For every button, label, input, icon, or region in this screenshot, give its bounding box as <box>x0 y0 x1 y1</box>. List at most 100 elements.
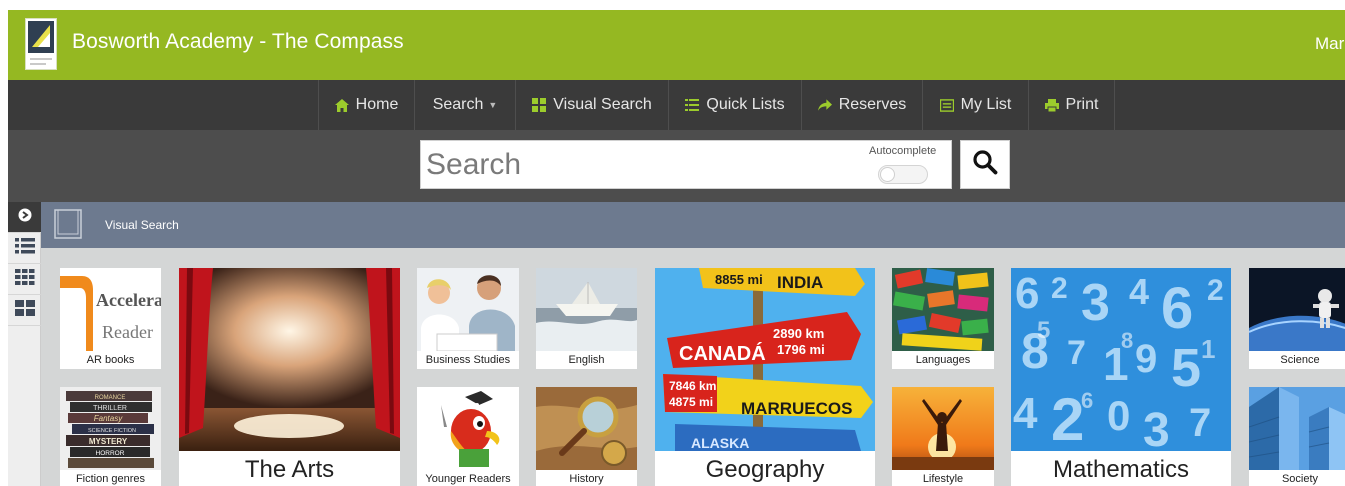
sign-text: 2890 km <box>773 326 824 341</box>
tile-label: The Arts <box>179 451 400 486</box>
spine-text: HORROR <box>96 450 125 457</box>
site-title[interactable]: Bosworth Academy - The Compass <box>72 30 404 54</box>
autocomplete-toggle[interactable] <box>878 165 928 184</box>
nav-print[interactable]: Print <box>1028 80 1115 130</box>
tile-image <box>417 387 519 470</box>
nav-my-list[interactable]: My List <box>922 80 1028 130</box>
search-button[interactable] <box>960 140 1010 189</box>
tile-label: History <box>536 470 637 486</box>
tile-label: AR books <box>60 351 161 369</box>
spine-text: Fantasy <box>94 414 123 423</box>
user-menu[interactable]: Mar <box>1315 34 1344 54</box>
school-logo[interactable] <box>25 18 57 70</box>
tile-science[interactable]: Science <box>1249 268 1345 369</box>
tile-english[interactable]: English <box>536 268 637 369</box>
svg-text:9: 9 <box>1135 337 1157 381</box>
svg-text:2: 2 <box>1207 274 1224 307</box>
tile-business-studies[interactable]: Business Studies <box>417 268 519 369</box>
book-icon <box>54 209 82 239</box>
tile-languages[interactable]: Languages <box>892 268 994 369</box>
autocomplete-label: Autocomplete <box>869 145 937 157</box>
tile-image <box>417 268 519 352</box>
svg-text:2: 2 <box>1051 272 1068 305</box>
svg-text:4: 4 <box>1129 271 1149 312</box>
tile-image <box>1249 268 1345 351</box>
svg-text:6: 6 <box>1081 388 1093 413</box>
search-box: Autocomplete <box>420 140 952 189</box>
tile-label: Society <box>1249 470 1345 486</box>
tile-image <box>536 387 637 470</box>
tile-label: Lifestyle <box>892 470 994 486</box>
nav-reserves-label: Reserves <box>838 96 907 113</box>
svg-text:1: 1 <box>1201 334 1215 364</box>
svg-text:8: 8 <box>1121 328 1133 353</box>
list-view-button[interactable] <box>8 233 41 264</box>
nav-print-label: Print <box>1065 96 1099 113</box>
svg-text:5: 5 <box>1171 338 1201 398</box>
sign-text: 4875 mi <box>669 395 713 409</box>
expand-rail-button[interactable] <box>8 202 41 233</box>
list-box-icon <box>939 98 954 112</box>
search-bar: Autocomplete <box>8 130 1345 202</box>
caret-down-icon: ▼ <box>488 100 498 110</box>
nav-home-label: Home <box>355 96 399 113</box>
svg-text:6: 6 <box>1161 276 1193 341</box>
nav-quick-lists[interactable]: Quick Lists <box>668 80 801 130</box>
nav-search[interactable]: Search ▼ <box>414 80 515 130</box>
grid-icon <box>532 98 547 112</box>
large-grid-view-button[interactable] <box>8 295 41 326</box>
search-icon <box>972 149 998 180</box>
list-icon <box>685 98 700 112</box>
printer-icon <box>1044 98 1059 112</box>
tile-image: 6 2 3 4 6 2 8 7 1 9 5 4 2 0 3 7 5 8 1 6 <box>1011 268 1231 457</box>
tile-history[interactable]: History <box>536 387 637 486</box>
sign-text: 7846 km <box>669 379 716 393</box>
nav-search-label: Search <box>432 96 484 113</box>
large-grid-icon <box>14 299 35 321</box>
ar-logo-line2: Reader <box>102 322 153 342</box>
nav-quick-lists-label: Quick Lists <box>706 96 785 113</box>
tile-label: Languages <box>892 351 994 369</box>
nav-visual-search-label: Visual Search <box>553 96 652 113</box>
nav-visual-search[interactable]: Visual Search <box>515 80 668 130</box>
tile-label: Fiction genres <box>60 470 161 486</box>
search-input[interactable] <box>421 141 861 188</box>
breadcrumb-bar: Visual Search <box>41 202 1345 248</box>
tile-mathematics[interactable]: 6 2 3 4 6 2 8 7 1 9 5 4 2 0 3 7 5 8 1 6 … <box>1011 268 1231 486</box>
tile-image: ROMANCE THRILLER Fantasy SCIENCE FICTION… <box>60 387 161 470</box>
toggle-knob <box>880 167 895 182</box>
tile-ar-books[interactable]: Accelerated Reader AR books <box>60 268 161 369</box>
nav-reserves[interactable]: Reserves <box>801 80 922 130</box>
arrow-circle-right-icon <box>18 208 32 227</box>
tile-image <box>892 268 994 351</box>
tile-image <box>536 268 637 351</box>
breadcrumb[interactable]: Visual Search <box>105 218 179 232</box>
small-grid-view-button[interactable] <box>8 264 41 295</box>
spine-text: THRILLER <box>93 405 127 412</box>
main-nav: Home Search ▼ Visual Search Quick Lists … <box>8 80 1345 130</box>
tile-society[interactable]: Society <box>1249 387 1345 486</box>
nav-my-list-label: My List <box>960 96 1012 113</box>
svg-text:2: 2 <box>1051 386 1084 451</box>
spine-text: MYSTERY <box>89 437 128 446</box>
svg-text:4: 4 <box>1013 389 1038 438</box>
tile-younger-readers[interactable]: Younger Readers <box>417 387 519 486</box>
tile-label: Business Studies <box>417 351 519 369</box>
svg-text:0: 0 <box>1107 392 1130 439</box>
sign-text: 1796 mi <box>777 342 825 357</box>
svg-text:7: 7 <box>1067 334 1086 372</box>
tile-lifestyle[interactable]: Lifestyle <box>892 387 994 486</box>
spine-text: SCIENCE FICTION <box>88 428 136 434</box>
tile-the-arts[interactable]: The Arts <box>179 268 400 486</box>
svg-text:3: 3 <box>1143 404 1170 451</box>
tile-label: Geography <box>655 451 875 486</box>
svg-text:3: 3 <box>1081 274 1110 332</box>
tile-geography[interactable]: 8855 mi INDIA CANADÁ 2890 km 1796 mi 784… <box>655 268 875 486</box>
tile-image: Accelerated Reader <box>60 268 161 351</box>
tile-image <box>179 268 400 451</box>
nav-home[interactable]: Home <box>318 80 414 130</box>
svg-text:5: 5 <box>1037 317 1050 344</box>
sign-text: CANADÁ <box>679 342 766 365</box>
tile-fiction-genres[interactable]: ROMANCE THRILLER Fantasy SCIENCE FICTION… <box>60 387 161 486</box>
svg-text:6: 6 <box>1015 269 1039 318</box>
